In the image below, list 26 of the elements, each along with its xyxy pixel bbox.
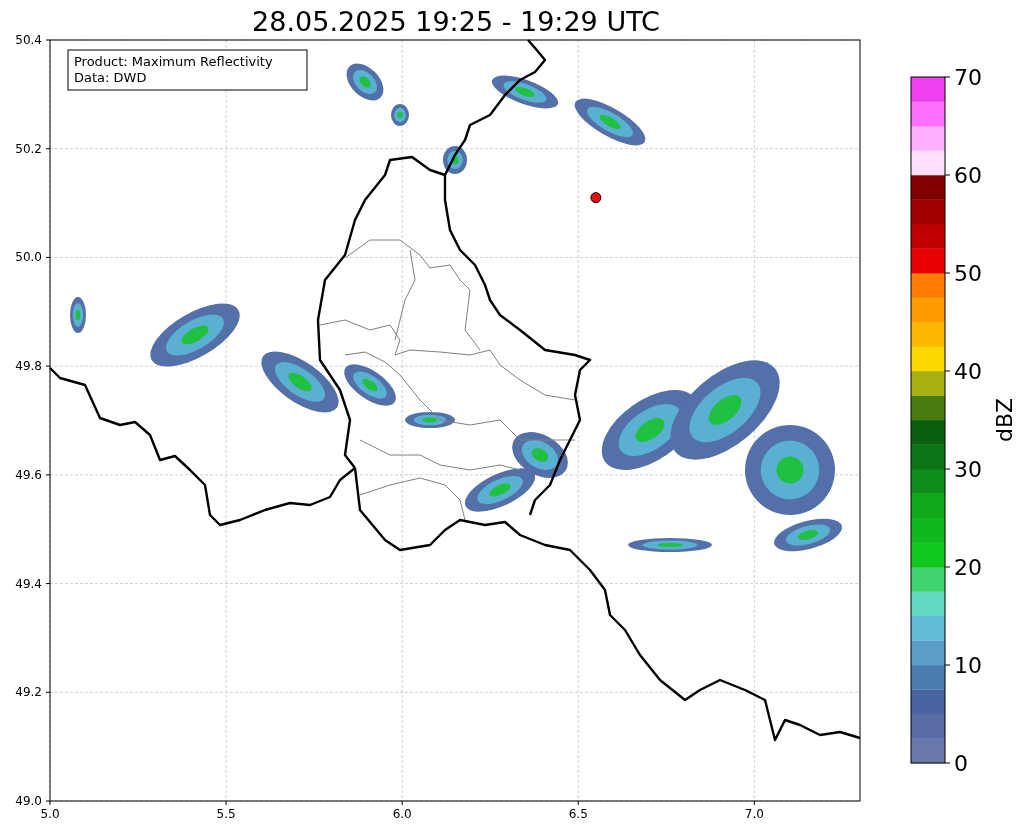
axis-tick-label: 7.0 <box>744 807 764 821</box>
axis-tick-label: 6.0 <box>392 807 412 821</box>
axis-tick-label: 49.2 <box>15 685 42 700</box>
colorbar-tick-label: 60 <box>954 163 982 188</box>
colorbar-tick-label: 50 <box>954 261 982 286</box>
axis-tick-label: 50.4 <box>15 33 42 47</box>
axis-tick-label: 49.8 <box>15 359 42 374</box>
colorbar-label: dBZ <box>992 397 1017 443</box>
axis-tick-label: 49.6 <box>15 467 42 482</box>
colorbar-tick-label: 20 <box>954 555 982 580</box>
axis-tick-label: 5.0 <box>40 807 60 821</box>
colorbar-tick-label: 0 <box>954 751 968 776</box>
colorbar-tick-label: 40 <box>954 359 982 384</box>
axis-tick-label: 50.0 <box>15 250 42 265</box>
colorbar-tick-label: 70 <box>954 65 982 90</box>
colorbar-tick-label: 30 <box>954 457 982 482</box>
axis-tick-label: 50.2 <box>15 141 42 156</box>
info-text: Data: DWD <box>74 70 147 85</box>
chart-title: 28.05.2025 19:25 - 19:29 UTC <box>252 6 660 37</box>
axis-tick-label: 49.4 <box>15 576 42 591</box>
axis-tick-label: 6.5 <box>568 807 588 821</box>
axis-tick-label: 49.0 <box>15 794 42 808</box>
axis-tick-label: 5.5 <box>216 807 236 821</box>
colorbar-tick-label: 10 <box>954 653 982 678</box>
info-text: Product: Maximum Reflectivity <box>74 54 273 69</box>
location-marker <box>590 192 602 204</box>
